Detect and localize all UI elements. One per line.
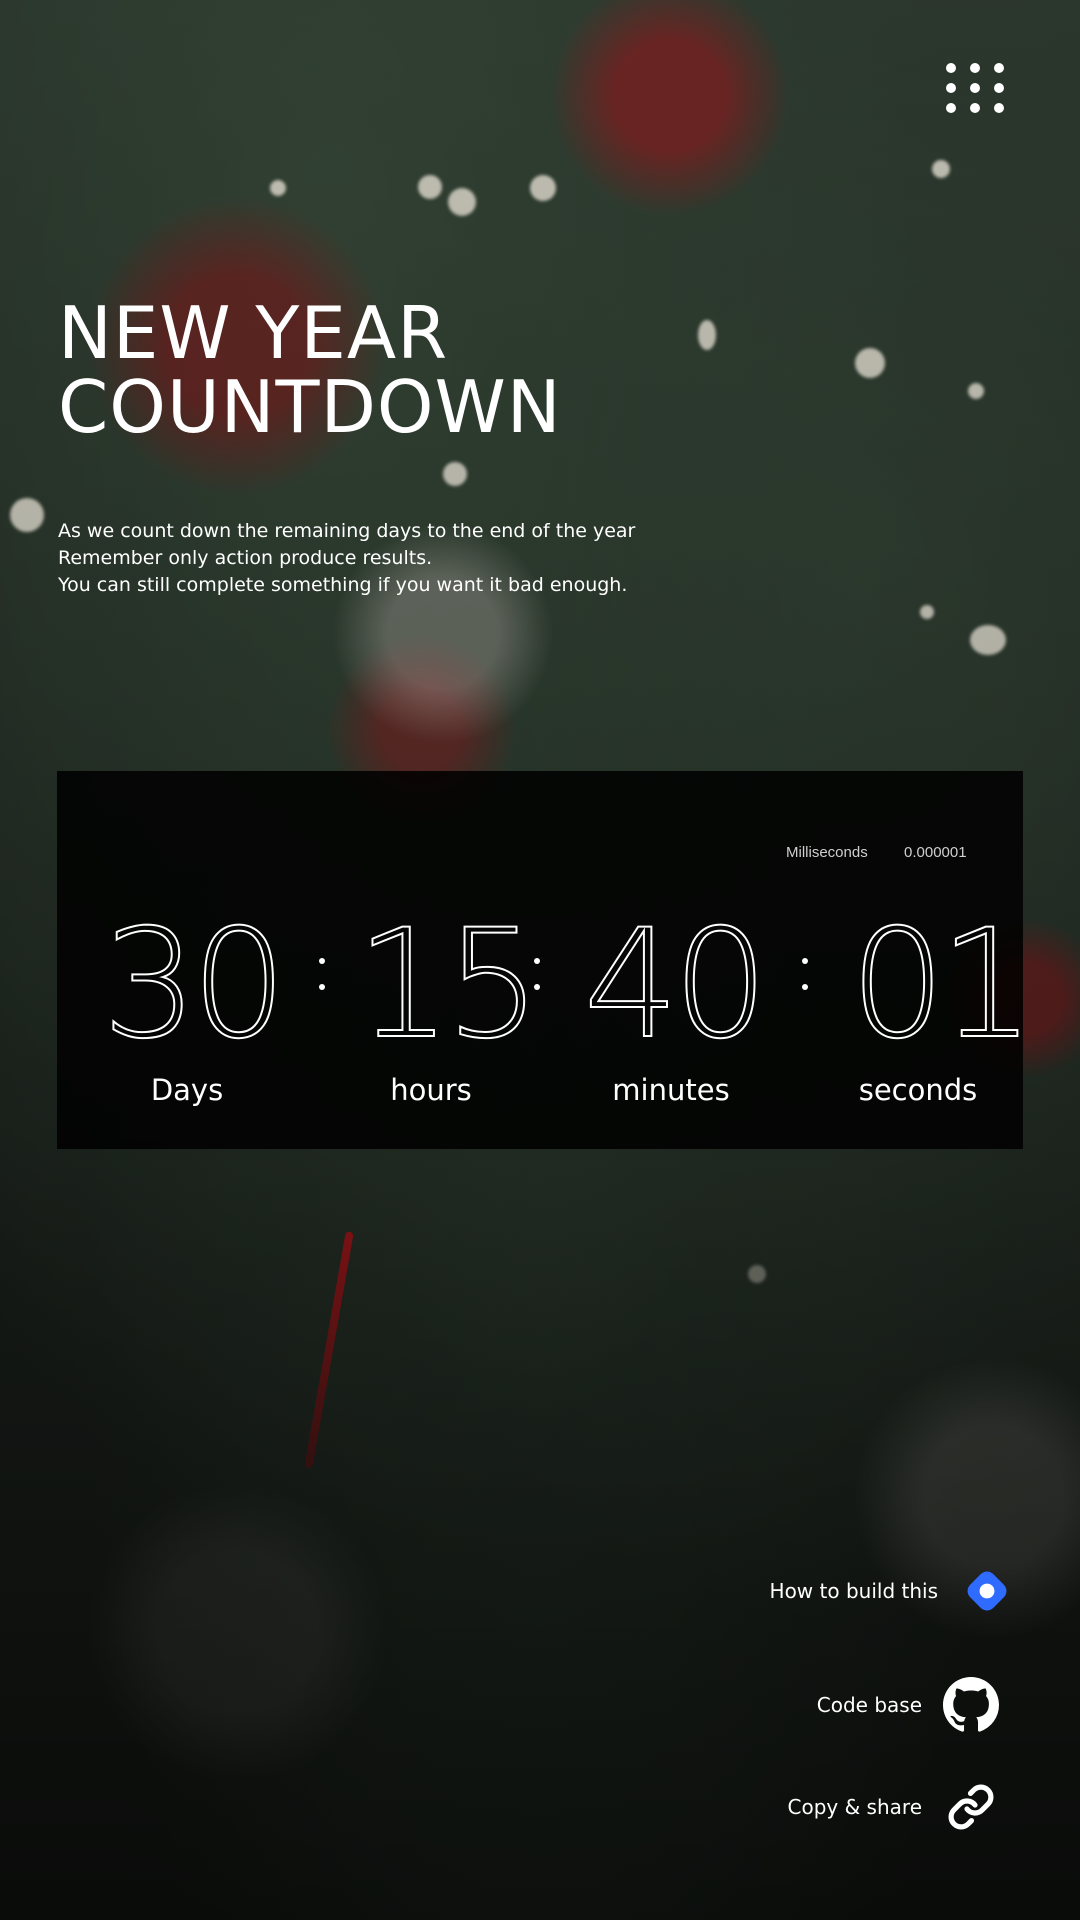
dots-grid-icon	[946, 63, 956, 73]
github-icon	[942, 1676, 1000, 1734]
description-line-3: You can still complete something if you …	[58, 574, 628, 596]
minutes-label: minutes	[612, 1073, 730, 1107]
milliseconds-label: Milliseconds	[786, 844, 868, 861]
menu-dot	[970, 63, 980, 73]
milliseconds-value: 0.000001	[904, 844, 967, 861]
copy-share-link[interactable]: Copy & share	[788, 1778, 1000, 1836]
minutes-value: 40	[583, 909, 770, 1061]
colon-separator	[319, 958, 327, 994]
hours-value: 15	[355, 909, 542, 1061]
how-to-build-label: How to build this	[769, 1579, 938, 1603]
title-line-1: NEW YEAR	[58, 291, 449, 375]
seconds-label: seconds	[858, 1073, 978, 1107]
description-line-2: Remember only action produce results.	[58, 547, 433, 569]
days-label: Days	[150, 1073, 224, 1107]
code-base-link[interactable]: Code base	[817, 1676, 1000, 1734]
days-number: 30	[101, 898, 288, 1072]
diamond-icon	[958, 1562, 1016, 1620]
copy-share-label: Copy & share	[787, 1795, 922, 1819]
code-base-label: Code base	[816, 1693, 922, 1717]
page-title: NEW YEAR COUNTDOWN	[58, 296, 678, 444]
colon-separator	[802, 958, 810, 994]
menu-dot	[970, 103, 980, 113]
colon-separator	[534, 958, 542, 994]
menu-dot	[994, 103, 1004, 113]
menu-dot	[946, 103, 956, 113]
minutes-number: 40	[583, 898, 770, 1072]
menu-dot	[994, 83, 1004, 93]
seconds-number: 01	[849, 898, 1036, 1072]
how-to-build-link[interactable]: How to build this	[770, 1562, 1016, 1620]
description-line-1: As we count down the remaining days to t…	[58, 520, 636, 542]
title-line-2: COUNTDOWN	[58, 365, 562, 449]
days-value: 30	[101, 909, 288, 1061]
seconds-value: 01	[849, 909, 1036, 1061]
menu-dot	[994, 63, 1004, 73]
menu-dot	[970, 83, 980, 93]
menu-dot	[946, 83, 956, 93]
hours-label: hours	[390, 1073, 472, 1107]
hours-number: 15	[355, 898, 542, 1072]
menu-button[interactable]	[945, 58, 1005, 118]
description: As we count down the remaining days to t…	[58, 518, 698, 599]
link-icon	[942, 1778, 1000, 1836]
